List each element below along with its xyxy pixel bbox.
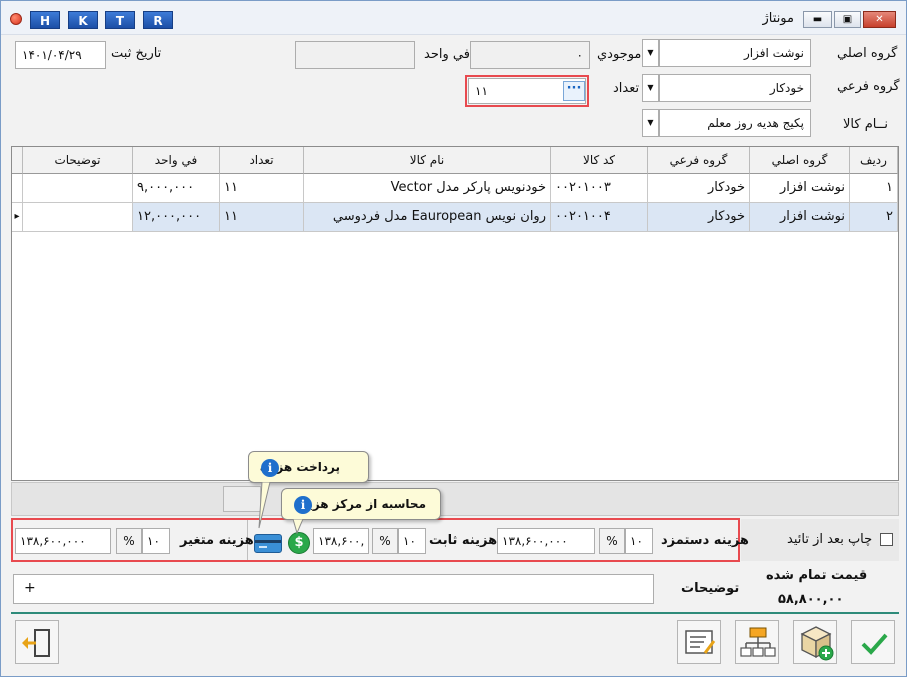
hierarchy-button[interactable] [735,620,779,664]
grid-summary-strip [11,482,899,516]
labor-percent-sign: % [599,528,625,554]
date-label: تاريخ ثبت [111,46,162,61]
column-header-item-name[interactable]: نام کالا [304,147,551,174]
restore-button[interactable]: ▣ [834,11,861,28]
hotkey-k-button[interactable]: K [68,11,98,29]
labor-percent-input[interactable]: ۱۰ [625,528,653,554]
print-after-confirm-checkbox[interactable] [880,533,893,546]
fixed-cost-label: هزينه ثابت [429,533,498,548]
description-label: توضيحات [681,581,740,596]
cell-quantity[interactable]: ۱۱ [220,203,304,232]
cell-unit-price[interactable]: ۱۲,۰۰۰,۰۰۰ [133,203,220,232]
row-pointer-icon: ▸ [12,203,23,232]
cell-main-group[interactable]: نوشت افزار [750,174,850,203]
cell-sub-group[interactable]: خودکار [648,203,750,232]
quantity-browse-button[interactable]: ··· [563,81,585,101]
cell-main-group[interactable]: نوشت افزار [750,203,850,232]
exit-door-icon [22,629,50,657]
column-header-unit-price[interactable]: في واحد [133,147,220,174]
app-icon [10,13,22,25]
cell-item-name[interactable]: روان نويس Eauropean مدل فردوسي [304,203,551,232]
main-group-select[interactable]: نوشت افزار [659,39,811,67]
item-name-select[interactable]: پکيج هديه روز معلم [659,109,811,137]
exit-button[interactable] [15,620,59,664]
finished-price-value: ۵۸,۸۰۰,۰۰ [778,592,844,607]
row-indicator-header [12,147,23,174]
fixed-cost-input[interactable]: ۱۳۸,۶۰۰, [313,528,369,554]
payment-info-icon: i [261,459,279,477]
montage-window: H K T R مونتاژ ▬ ▣ ✕ گروه اصلي نوشت افزا… [0,0,907,677]
fixed-percent-sign: % [372,528,398,554]
finished-price-label: قيمت تمام شده [766,568,868,583]
edit-document-button[interactable] [677,620,721,664]
cost-center-tooltip: محاسبه از مرکز هزينه i [281,488,441,520]
description-input[interactable]: + [13,574,654,604]
add-package-icon [800,626,834,661]
cost-center-tooltip-pointer [292,519,304,535]
sub-group-dropdown-icon[interactable]: ▼ [642,74,659,102]
window-title: مونتاژ [762,11,794,26]
payment-tooltip: پرداخت هزينه i [248,451,369,483]
variable-percent-sign: % [116,528,142,554]
unit-price-field [295,41,415,69]
print-after-confirm-label: چاپ بعد از تائيد [787,532,873,547]
stock-field: ۰ [470,41,590,69]
labor-cost-input[interactable]: ۱۳۸,۶۰۰,۰۰۰ [497,528,595,554]
stock-label: موجودي [597,47,642,62]
cell-quantity[interactable]: ۱۱ [220,174,304,203]
cell-row[interactable]: ۲ [850,203,898,232]
sub-group-label: گروه فرعي [837,79,900,94]
title-bar: H K T R مونتاژ ▬ ▣ ✕ [1,1,906,35]
variable-cost-input[interactable]: ۱۳۸,۶۰۰,۰۰۰ [15,528,111,554]
column-header-row[interactable]: رديف [850,147,898,174]
column-header-code[interactable]: کد کالا [551,147,648,174]
hotkey-t-button[interactable]: T [105,11,135,29]
cell-description[interactable] [23,203,133,232]
payment-card-icon[interactable] [254,534,282,553]
column-header-sub-group[interactable]: گروه فرعي [648,147,750,174]
column-header-main-group[interactable]: گروه اصلي [750,147,850,174]
add-package-button[interactable] [793,620,837,664]
footer-divider [11,612,899,614]
cost-center-tooltip-text: محاسبه از مرکز هزينه [296,497,426,511]
quantity-label: تعداد [613,81,640,96]
cost-center-info-icon: i [294,496,312,514]
cell-sub-group[interactable]: خودکار [648,174,750,203]
main-group-label: گروه اصلي [837,46,898,61]
edit-document-icon [685,630,716,654]
minimize-button[interactable]: ▬ [803,11,832,28]
cost-center-dollar-icon[interactable]: $ [288,532,310,554]
main-group-dropdown-icon[interactable]: ▼ [642,39,659,67]
cell-description[interactable] [23,174,133,203]
cell-unit-price[interactable]: ۹,۰۰۰,۰۰۰ [133,174,220,203]
item-name-dropdown-icon[interactable]: ▼ [642,109,659,137]
unit-price-label: في واحد [424,47,470,62]
row-indicator [12,174,23,203]
cell-code[interactable]: ۰۰۲۰۱۰۰۴ [551,203,648,232]
hierarchy-icon [740,627,776,657]
checkmark-icon [861,633,888,655]
items-grid: رديف گروه اصلي گروه فرعي کد کالا نام کال… [11,146,899,481]
cell-item-name[interactable]: خودنويس پارکر مدل Vector [304,174,551,203]
hotkey-h-button[interactable]: H [30,11,60,29]
column-header-description[interactable]: توضيحات [23,147,133,174]
add-description-icon[interactable]: + [24,575,36,601]
cell-row[interactable]: ۱ [850,174,898,203]
confirm-button[interactable] [851,620,895,664]
hotkey-r-button[interactable]: R [143,11,173,29]
column-header-quantity[interactable]: تعداد [220,147,304,174]
labor-cost-label: هزينه دستمزد [661,533,749,548]
variable-percent-input[interactable]: ۱۰ [142,528,170,554]
variable-cost-label: هزينه متغير [180,533,254,548]
payment-tooltip-pointer [258,482,271,529]
item-name-label: نــام کالا [843,117,888,132]
sub-group-select[interactable]: خودکار [659,74,811,102]
cell-code[interactable]: ۰۰۲۰۱۰۰۳ [551,174,648,203]
close-button[interactable]: ✕ [863,11,896,28]
fixed-percent-input[interactable]: ۱۰ [398,528,426,554]
date-input[interactable]: ۱۴۰۱/۰۴/۲۹ [15,41,106,69]
